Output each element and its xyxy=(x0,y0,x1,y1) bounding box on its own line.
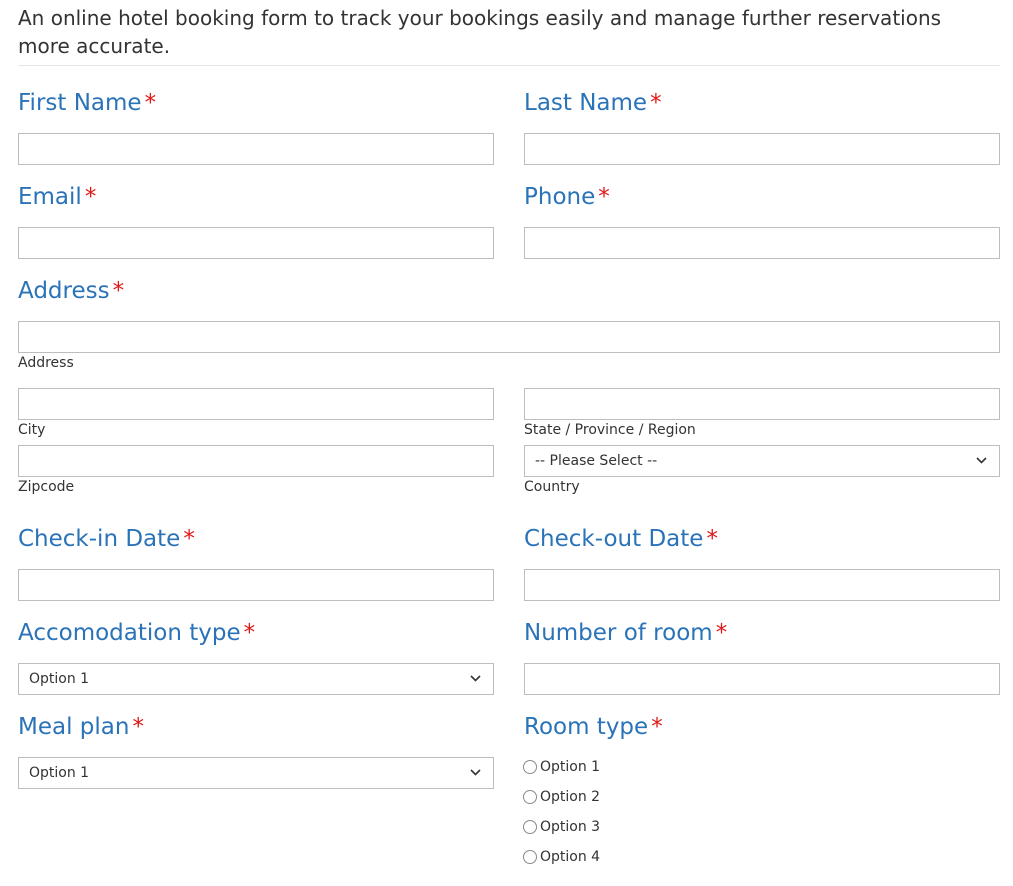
city-input[interactable] xyxy=(18,388,494,420)
zipcode-sublabel: Zipcode xyxy=(18,479,75,495)
required-mark: * xyxy=(650,90,662,116)
rooms-label-text: Number of room xyxy=(524,620,713,646)
address-label-text: Address xyxy=(18,278,110,304)
last-name-input[interactable] xyxy=(524,133,1000,165)
meal-plan-select[interactable]: Option 1 xyxy=(18,757,494,789)
form-intro: An online hotel booking form to track yo… xyxy=(18,6,942,58)
required-mark: * xyxy=(715,620,728,646)
required-mark: * xyxy=(84,184,97,210)
room-type-option-label: Option 1 xyxy=(540,759,601,775)
required-mark: * xyxy=(132,714,144,740)
chevron-down-icon xyxy=(470,758,481,788)
email-input[interactable] xyxy=(18,227,494,259)
accommodation-label-text: Accomodation type xyxy=(18,620,241,646)
radio-unchecked-icon[interactable] xyxy=(523,790,537,804)
phone-label: Phone * xyxy=(524,182,610,212)
chevron-down-icon xyxy=(976,446,987,476)
accommodation-select[interactable]: Option 1 xyxy=(18,663,494,695)
required-mark: * xyxy=(243,620,256,646)
required-mark: * xyxy=(144,90,157,116)
divider xyxy=(18,65,1000,66)
radio-unchecked-icon[interactable] xyxy=(523,760,537,774)
meal-plan-label: Meal plan * xyxy=(18,712,144,742)
phone-input[interactable] xyxy=(524,227,1000,259)
meal-plan-label-text: Meal plan xyxy=(18,714,130,740)
state-input[interactable] xyxy=(524,388,1000,420)
checkin-label: Check-in Date * xyxy=(18,524,195,554)
room-type-option[interactable]: Option 2 xyxy=(523,786,600,808)
required-mark: * xyxy=(112,278,125,304)
first-name-label: First Name * xyxy=(18,88,156,118)
room-type-option[interactable]: Option 3 xyxy=(523,816,600,838)
last-name-label: Last Name * xyxy=(524,88,662,118)
street-address-input[interactable] xyxy=(18,321,1000,353)
chevron-down-icon xyxy=(470,664,481,694)
meal-plan-selected-value: Option 1 xyxy=(29,765,90,781)
first-name-input[interactable] xyxy=(18,133,494,165)
phone-label-text: Phone xyxy=(524,184,596,210)
room-type-option[interactable]: Option 4 xyxy=(523,846,600,868)
city-sublabel: City xyxy=(18,422,46,438)
checkout-label: Check-out Date * xyxy=(524,524,718,554)
checkin-label-text: Check-in Date xyxy=(18,526,181,552)
required-mark: * xyxy=(598,184,610,210)
checkin-date-input[interactable] xyxy=(18,569,494,601)
address-label: Address * xyxy=(18,276,124,306)
checkout-date-input[interactable] xyxy=(524,569,1000,601)
room-type-option[interactable]: Option 1 xyxy=(523,756,600,778)
required-mark: * xyxy=(706,526,718,552)
accommodation-label: Accomodation type * xyxy=(18,618,255,648)
email-label-text: Email xyxy=(18,184,82,210)
country-sublabel: Country xyxy=(524,479,580,495)
number-of-rooms-input[interactable] xyxy=(524,663,1000,695)
last-name-label-text: Last Name xyxy=(524,90,648,116)
street-address-sublabel: Address xyxy=(18,355,74,371)
radio-unchecked-icon[interactable] xyxy=(523,850,537,864)
room-type-label: Room type * xyxy=(524,712,663,742)
country-selected-value: -- Please Select -- xyxy=(535,453,658,469)
country-select[interactable]: -- Please Select -- xyxy=(524,445,1000,477)
first-name-label-text: First Name xyxy=(18,90,142,116)
room-type-label-text: Room type xyxy=(524,714,649,740)
rooms-label: Number of room * xyxy=(524,618,727,648)
email-label: Email * xyxy=(18,182,96,212)
required-mark: * xyxy=(651,714,663,740)
checkout-label-text: Check-out Date xyxy=(524,526,704,552)
room-type-option-label: Option 2 xyxy=(540,789,601,805)
state-sublabel: State / Province / Region xyxy=(524,422,696,438)
accommodation-selected-value: Option 1 xyxy=(29,671,90,687)
room-type-option-label: Option 4 xyxy=(540,849,601,865)
required-mark: * xyxy=(183,526,195,552)
room-type-option-label: Option 3 xyxy=(540,819,601,835)
radio-unchecked-icon[interactable] xyxy=(523,820,537,834)
zipcode-input[interactable] xyxy=(18,445,494,477)
